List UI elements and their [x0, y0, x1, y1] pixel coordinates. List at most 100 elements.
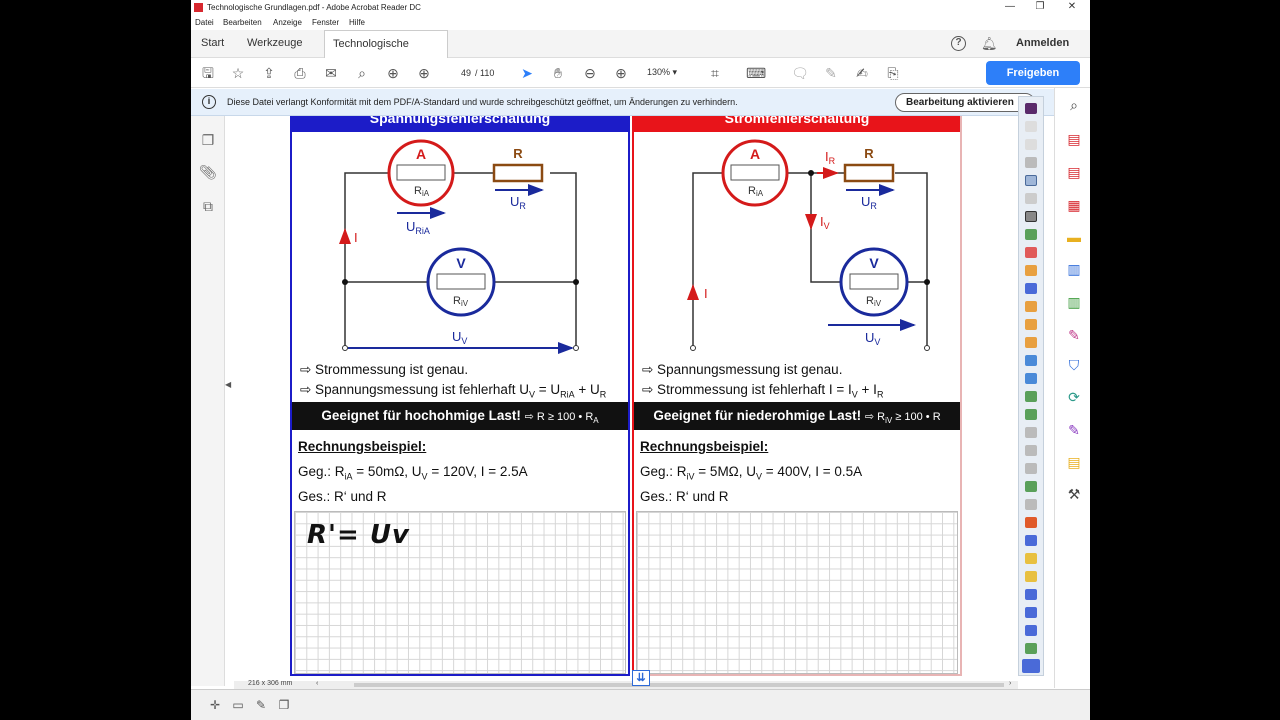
select-tool-icon[interactable]	[1025, 193, 1037, 204]
star-icon[interactable]: ☆	[229, 64, 247, 82]
pointer-tool-icon[interactable]	[1025, 103, 1037, 114]
enable-editing-button[interactable]: Bearbeitung aktivieren	[895, 93, 1035, 112]
menu-fenster[interactable]: Fenster	[312, 18, 339, 27]
bell-icon[interactable]: 🔔︎	[981, 36, 998, 52]
redo-tool-icon[interactable]	[1025, 427, 1037, 438]
info-icon: i	[202, 95, 216, 109]
compass-tool-icon[interactable]	[1025, 625, 1037, 636]
triangle-tool-icon[interactable]	[1025, 643, 1037, 654]
scroll-right-icon[interactable]: ›	[1009, 680, 1011, 687]
menu-anzeige[interactable]: Anzeige	[273, 18, 302, 27]
scroll-down-icon[interactable]: ⇊	[632, 670, 650, 686]
right-tools-pane: ⌕ ▤ ▤ ▦ ▬ ▥ ▥ ✎ ⛉ ⟳ ✎ ▤ ⚒	[1054, 88, 1090, 688]
ruler-tool-icon[interactable]	[1025, 553, 1037, 564]
keyboard-icon[interactable]: ⌨	[746, 64, 766, 82]
collapse-left-icon[interactable]: ◀	[225, 380, 231, 389]
tab-werkzeuge[interactable]: Werkzeuge	[239, 30, 310, 58]
blank-tool-icon[interactable]	[1025, 139, 1037, 150]
protractor-tool-icon[interactable]	[1025, 607, 1037, 618]
stamp-icon[interactable]: ⎘	[884, 64, 902, 82]
page-up-icon[interactable]: ⊕	[384, 64, 402, 82]
pen-tool-icon[interactable]	[1025, 247, 1037, 258]
zoom-in-icon[interactable]: ⊕	[612, 64, 630, 82]
text-tool-icon[interactable]	[1025, 355, 1037, 366]
share-button[interactable]: Freigeben	[986, 61, 1080, 85]
pen-icon[interactable]: ✎	[822, 64, 840, 82]
save-tool-icon[interactable]	[1025, 589, 1037, 600]
minimize-button[interactable]: —	[995, 0, 1025, 16]
minus-icon[interactable]: ▭	[231, 698, 245, 712]
menu-datei[interactable]: Datei	[195, 18, 214, 27]
page-tool-icon[interactable]	[1025, 463, 1037, 474]
hand-icon[interactable]: ✋︎	[549, 64, 567, 82]
more-tools-icon[interactable]: ⚒	[1065, 485, 1083, 503]
page-down-icon[interactable]: ⊕	[415, 64, 433, 82]
page-number-input[interactable]	[449, 66, 473, 81]
restore-button[interactable]: ❐	[1025, 0, 1055, 16]
crop-icon[interactable]: ⌗	[706, 64, 724, 82]
undo-tool-icon[interactable]	[1025, 409, 1037, 420]
wire-left	[344, 172, 390, 348]
zoom-select[interactable]: 130% ▾	[647, 67, 677, 78]
grid-tool-icon[interactable]	[1025, 445, 1037, 456]
create-pdf-icon[interactable]: ▤	[1065, 163, 1083, 181]
layers-icon[interactable]: ⧉	[199, 198, 217, 216]
settings-tool-icon[interactable]	[1025, 535, 1037, 546]
ammeter-label: A	[416, 146, 426, 162]
marker-tool-icon[interactable]	[1025, 229, 1037, 240]
search-icon[interactable]: ⌕	[353, 64, 371, 82]
eraser-tool-icon[interactable]	[1025, 265, 1037, 276]
organize-pages-icon[interactable]: ▥	[1065, 293, 1083, 311]
print-icon[interactable]: ⎙	[291, 64, 309, 82]
right-statement-1: ⇨ Spannungsmessung ist genau.	[642, 362, 843, 377]
shape-tool-icon[interactable]	[1025, 301, 1037, 312]
capture-tool-icon[interactable]	[1025, 481, 1037, 492]
scroll-left-icon[interactable]: ‹	[316, 680, 318, 687]
magnifier-tool-icon[interactable]	[1025, 211, 1037, 222]
comment-icon[interactable]: 🗨︎	[791, 64, 809, 82]
page-thumbnails-icon[interactable]: ❐	[199, 132, 217, 150]
pages-icon[interactable]: ❐	[277, 698, 291, 712]
document-view[interactable]: Spannungsfehlerschaltung A RiA R UR URiA…	[234, 116, 1017, 681]
signin-button[interactable]: Anmelden	[1016, 37, 1069, 49]
fill-tool-icon[interactable]	[1025, 319, 1037, 330]
recycle-tool-icon[interactable]	[1022, 659, 1040, 673]
upload-icon[interactable]: ⇪	[260, 64, 278, 82]
sign-icon[interactable]: ✍︎	[853, 64, 871, 82]
tab-document[interactable]: Technologische Gru...×	[324, 30, 448, 77]
spotlight-tool-icon[interactable]	[1025, 571, 1037, 582]
note-tool-icon[interactable]	[1025, 373, 1037, 384]
menu-hilfe[interactable]: Hilfe	[349, 18, 365, 27]
stop-tool-icon[interactable]	[1025, 517, 1037, 528]
mouse-tool-icon[interactable]	[1025, 157, 1037, 168]
help-icon[interactable]: ?	[951, 36, 966, 51]
combine-icon[interactable]: ▥	[1065, 260, 1083, 278]
horizontal-scrollbar[interactable]	[354, 683, 1004, 687]
image-tool-icon[interactable]	[1025, 391, 1037, 402]
optimize-icon[interactable]: ⟳	[1065, 388, 1083, 406]
erase-all-tool-icon[interactable]	[1025, 499, 1037, 510]
export-pdf-icon[interactable]: ▤	[1065, 130, 1083, 148]
save-icon[interactable]: 🖫︎	[199, 64, 217, 82]
crop-tool-icon[interactable]	[1025, 337, 1037, 348]
blank-tool-icon[interactable]	[1025, 121, 1037, 132]
attachments-icon[interactable]: 📎︎	[199, 164, 217, 182]
zoom-out-icon[interactable]: ⊖	[581, 64, 599, 82]
menu-bearbeiten[interactable]: Bearbeiten	[223, 18, 262, 27]
line-tool-icon[interactable]	[1025, 283, 1037, 294]
add-icon[interactable]: ✛	[208, 698, 222, 712]
edit-icon[interactable]: ✎	[254, 698, 268, 712]
floating-tool-strip	[1018, 96, 1044, 676]
close-window-button[interactable]: ✕	[1057, 0, 1087, 16]
tab-start[interactable]: Start	[193, 30, 232, 58]
edit-pdf-icon[interactable]: ▦	[1065, 196, 1083, 214]
fill-sign-icon[interactable]: ✎	[1065, 326, 1083, 344]
zoom-search-icon[interactable]: ⌕	[1065, 96, 1083, 114]
comment-tool-icon[interactable]: ▬	[1065, 228, 1083, 246]
stamp-tool-icon[interactable]: ▤	[1065, 453, 1083, 471]
sign-tool-icon[interactable]: ✎	[1065, 421, 1083, 439]
mail-icon[interactable]: ✉	[322, 64, 340, 82]
protect-icon[interactable]: ⛉	[1065, 356, 1083, 374]
copy-tool-icon[interactable]	[1025, 175, 1037, 186]
select-icon[interactable]: ➤	[518, 64, 536, 82]
